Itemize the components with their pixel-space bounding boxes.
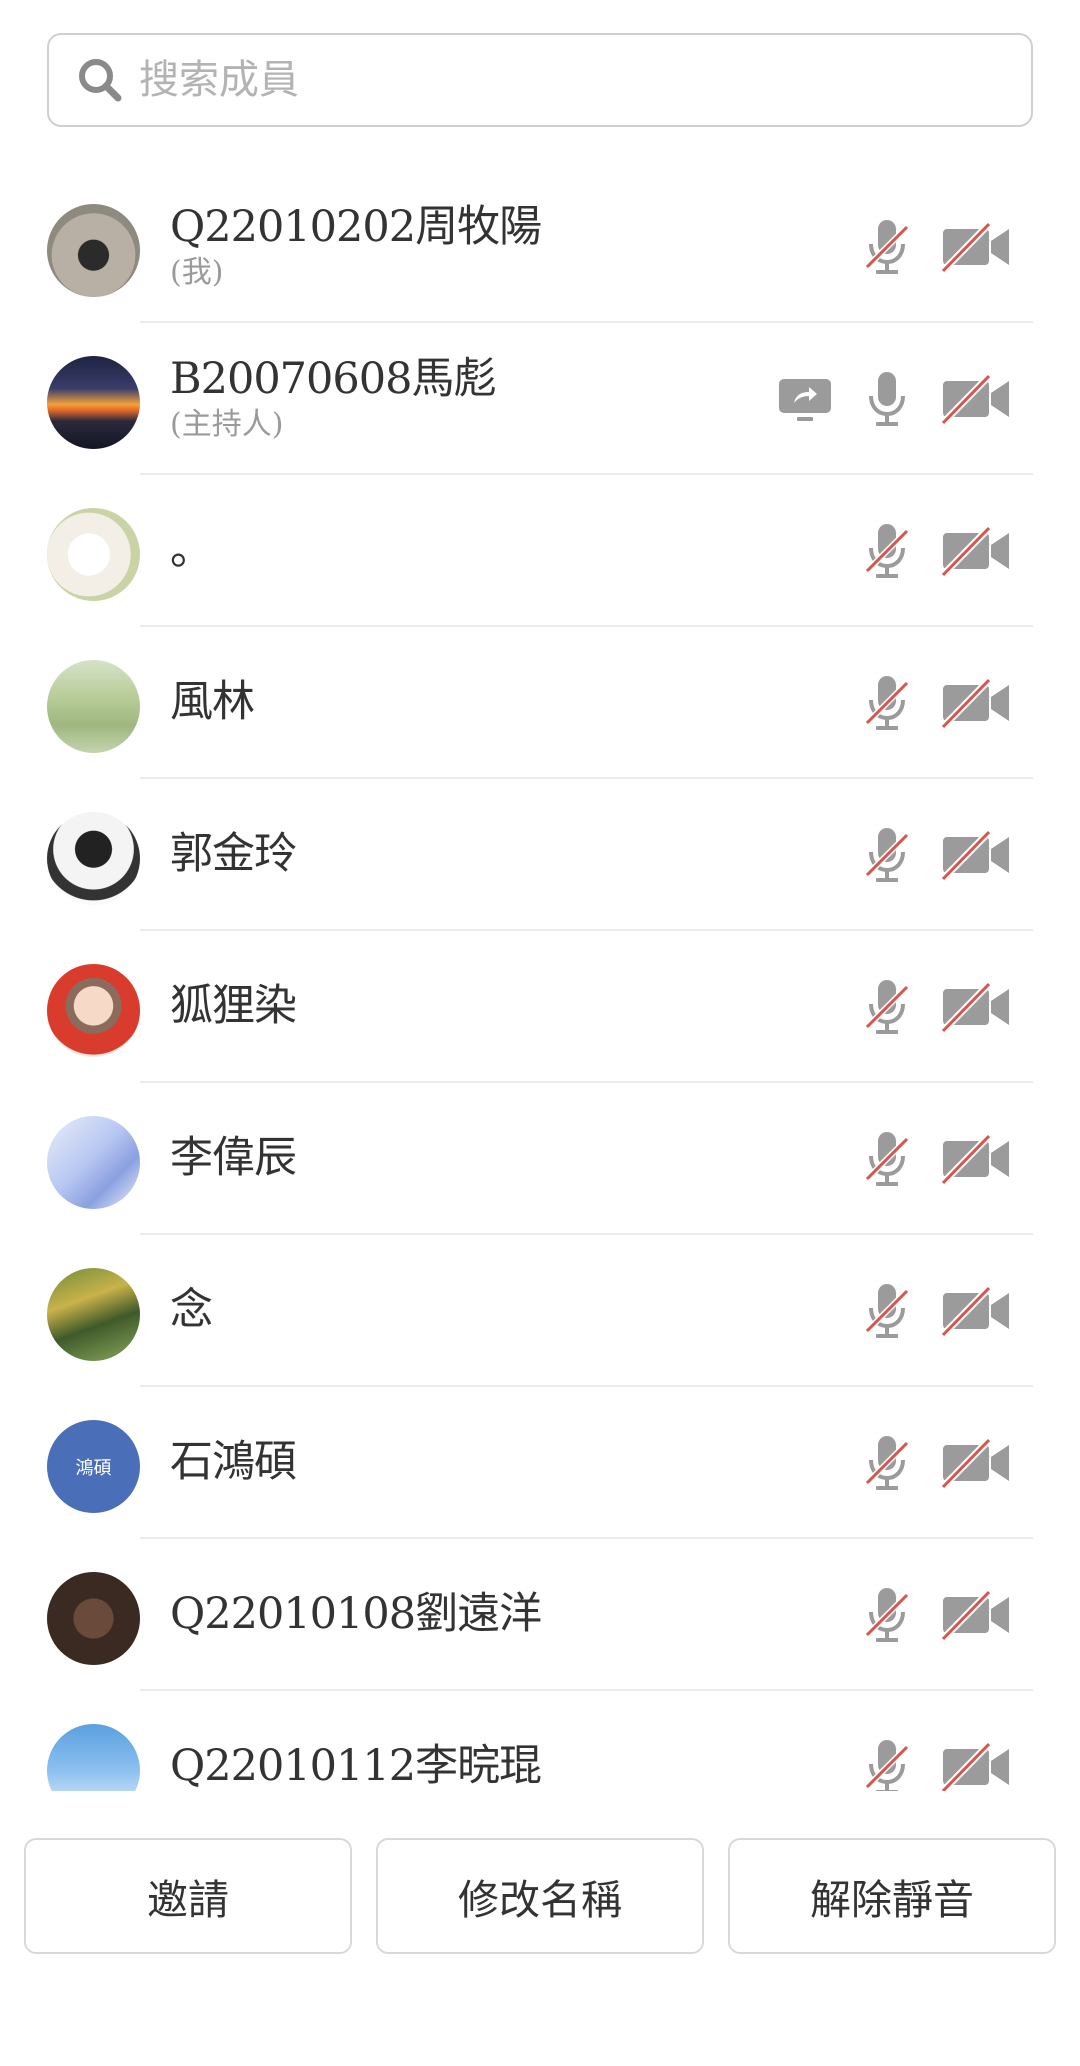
member-row[interactable]: 風林 bbox=[0, 627, 1080, 779]
member-status-icons bbox=[863, 1387, 1013, 1539]
member-role: (主持人) bbox=[170, 406, 284, 442]
member-list-viewport[interactable]: Q22010202周牧陽 (我) B20070608馬彪 (主持人)。風林 郭金玲 狐狸染… bbox=[0, 171, 1080, 1791]
mic-muted-icon[interactable] bbox=[863, 217, 911, 277]
member-name-block: 郭金玲 bbox=[170, 779, 730, 931]
member-name: 。 bbox=[170, 525, 213, 576]
member-row[interactable]: 李偉辰 bbox=[0, 1083, 1080, 1235]
member-row[interactable]: 念 bbox=[0, 1235, 1080, 1387]
member-status-icons bbox=[863, 1083, 1013, 1235]
member-row[interactable]: Q22010108劉遠洋 bbox=[0, 1539, 1080, 1691]
member-row[interactable]: B20070608馬彪 (主持人) bbox=[0, 323, 1080, 475]
member-name: 念 bbox=[170, 1285, 213, 1336]
member-name-block: Q22010112李晥琨 bbox=[170, 1691, 730, 1791]
member-name-block: Q22010202周牧陽 (我) bbox=[170, 171, 730, 323]
avatar bbox=[47, 1724, 140, 1791]
avatar bbox=[47, 660, 140, 753]
search-bar[interactable] bbox=[47, 33, 1033, 127]
mic-muted-icon[interactable] bbox=[863, 1433, 911, 1493]
camera-off-icon[interactable] bbox=[941, 981, 1013, 1033]
member-status-icons bbox=[863, 475, 1013, 627]
mic-muted-icon[interactable] bbox=[863, 673, 911, 733]
mic-muted-icon[interactable] bbox=[863, 1281, 911, 1341]
member-name-block: 狐狸染 bbox=[170, 931, 730, 1083]
member-name-block: Q22010108劉遠洋 bbox=[170, 1539, 730, 1691]
avatar bbox=[47, 964, 140, 1057]
member-name-block: 風林 bbox=[170, 627, 730, 779]
member-name: 石鴻碩 bbox=[170, 1437, 297, 1488]
member-row[interactable]: 。 bbox=[0, 475, 1080, 627]
camera-off-icon[interactable] bbox=[941, 829, 1013, 881]
member-name-block: 。 bbox=[170, 475, 730, 627]
member-status-icons bbox=[777, 323, 1013, 475]
member-name-block: B20070608馬彪 (主持人) bbox=[170, 323, 730, 475]
camera-off-icon[interactable] bbox=[941, 221, 1013, 273]
rename-button[interactable]: 修改名稱 bbox=[376, 1838, 704, 1954]
mic-icon[interactable] bbox=[863, 369, 911, 429]
mic-muted-icon[interactable] bbox=[863, 977, 911, 1037]
search-input[interactable] bbox=[137, 56, 937, 104]
member-status-icons bbox=[863, 931, 1013, 1083]
member-row[interactable]: Q22010112李晥琨 bbox=[0, 1691, 1080, 1791]
avatar bbox=[47, 812, 140, 905]
member-name-block: 李偉辰 bbox=[170, 1083, 730, 1235]
member-name: 狐狸染 bbox=[170, 981, 297, 1032]
member-role: (我) bbox=[170, 254, 224, 290]
avatar-initials: 鴻碩 bbox=[75, 1457, 112, 1479]
camera-off-icon[interactable] bbox=[941, 1133, 1013, 1185]
member-status-icons bbox=[863, 779, 1013, 931]
member-status-icons bbox=[863, 171, 1013, 323]
search-icon bbox=[79, 59, 122, 102]
member-row[interactable]: 郭金玲 bbox=[0, 779, 1080, 931]
member-list: Q22010202周牧陽 (我) B20070608馬彪 (主持人)。風林 郭金玲 狐狸染… bbox=[0, 171, 1080, 1791]
avatar bbox=[47, 1268, 140, 1361]
camera-off-icon[interactable] bbox=[941, 677, 1013, 729]
mic-muted-icon[interactable] bbox=[863, 521, 911, 581]
member-name: Q22010112李晥琨 bbox=[170, 1741, 542, 1791]
member-status-icons bbox=[863, 627, 1013, 779]
camera-off-icon[interactable] bbox=[941, 525, 1013, 577]
member-name: Q22010108劉遠洋 bbox=[170, 1589, 542, 1640]
member-status-icons bbox=[863, 1691, 1013, 1791]
mic-muted-icon[interactable] bbox=[863, 825, 911, 885]
member-name: 郭金玲 bbox=[170, 829, 297, 880]
screen-share-icon[interactable] bbox=[777, 375, 833, 423]
member-status-icons bbox=[863, 1539, 1013, 1691]
avatar bbox=[47, 508, 140, 601]
camera-off-icon[interactable] bbox=[941, 1285, 1013, 1337]
avatar: 鴻碩 bbox=[47, 1420, 140, 1513]
action-bar: 邀請 修改名稱 解除靜音 bbox=[0, 1838, 1080, 1954]
member-name-block: 念 bbox=[170, 1235, 730, 1387]
camera-off-icon[interactable] bbox=[941, 373, 1013, 425]
mic-muted-icon[interactable] bbox=[863, 1737, 911, 1791]
member-row[interactable]: Q22010202周牧陽 (我) bbox=[0, 171, 1080, 323]
camera-off-icon[interactable] bbox=[941, 1741, 1013, 1791]
camera-off-icon[interactable] bbox=[941, 1437, 1013, 1489]
mic-muted-icon[interactable] bbox=[863, 1585, 911, 1645]
unmute-all-button[interactable]: 解除靜音 bbox=[728, 1838, 1056, 1954]
member-name: 李偉辰 bbox=[170, 1133, 297, 1184]
avatar bbox=[47, 1572, 140, 1665]
member-row[interactable]: 鴻碩 石鴻碩 bbox=[0, 1387, 1080, 1539]
avatar bbox=[47, 356, 140, 449]
member-name-block: 石鴻碩 bbox=[170, 1387, 730, 1539]
mic-muted-icon[interactable] bbox=[863, 1129, 911, 1189]
avatar bbox=[47, 204, 140, 297]
avatar bbox=[47, 1116, 140, 1209]
member-name: B20070608馬彪 bbox=[170, 354, 496, 405]
camera-off-icon[interactable] bbox=[941, 1589, 1013, 1641]
member-row[interactable]: 狐狸染 bbox=[0, 931, 1080, 1083]
member-name: 風林 bbox=[170, 677, 255, 728]
member-status-icons bbox=[863, 1235, 1013, 1387]
member-name: Q22010202周牧陽 bbox=[170, 202, 542, 253]
invite-button[interactable]: 邀請 bbox=[24, 1838, 352, 1954]
